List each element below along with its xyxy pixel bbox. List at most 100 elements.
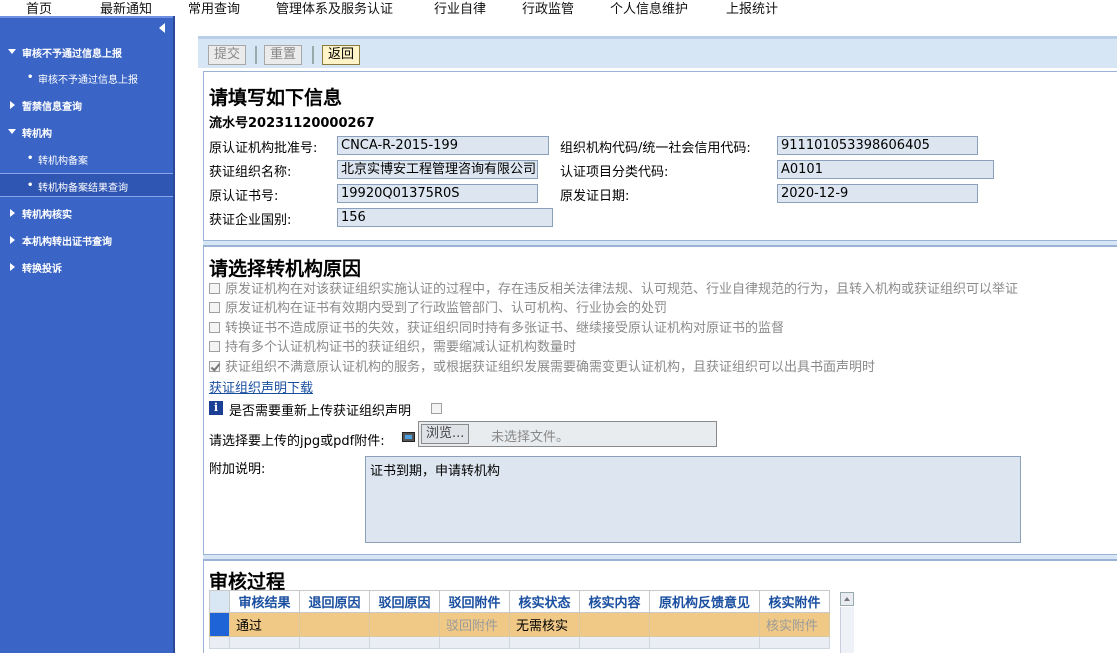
sidebar-item-outgoing-cert-query[interactable]: 本机构转出证书查询: [0, 228, 173, 252]
checkbox-checked[interactable]: [209, 361, 220, 372]
audit-table: 审核结果 退回原因 驳回原因 驳回附件 核实状态 核实内容 原机构反馈意见 核实…: [209, 590, 830, 649]
info-panel: 请填写如下信息 流水号20231120000267 原认证机构批准号: CNCA…: [203, 71, 1117, 240]
cert-no-label: 原认证书号:: [209, 189, 279, 204]
back-button[interactable]: 返回: [322, 45, 361, 65]
nav-report-stats[interactable]: 上报统计: [726, 0, 778, 17]
reason-option-violation[interactable]: 原发证机构在对该获证组织实施认证的过程中，存在违反相关法律法规、认可规范、行业自…: [209, 278, 1018, 297]
sidebar: 审核不予通过信息上报 • 审核不予通过信息上报 暂禁信息查询 转机构 • 转机构…: [0, 16, 175, 653]
reason-option-dissatisfied[interactable]: 获证组织不满意原认证机构的服务，或根据获证组织发展需要确需变更认证机构，且获证组…: [209, 356, 875, 375]
sidebar-item-label: 转机构: [22, 129, 52, 140]
reupload-checkbox[interactable]: [431, 403, 442, 414]
reset-button[interactable]: 重置: [264, 45, 303, 65]
file-upload-input[interactable]: 浏览... 未选择文件。: [418, 421, 717, 447]
sidebar-subitem-transfer-filing[interactable]: • 转机构备案: [0, 147, 173, 171]
chevron-down-icon: [8, 49, 16, 54]
cell-verify-status: 无需核实: [509, 612, 580, 637]
cell-audit-result: 通过: [229, 612, 300, 637]
table-header-row: 审核结果 退回原因 驳回原因 驳回附件 核实状态 核实内容 原机构反馈意见 核实…: [209, 590, 830, 613]
reason-text: 获证组织不满意原认证机构的服务，或根据获证组织发展需要确需变更认证机构，且获证组…: [225, 360, 876, 375]
toolbar-divider: [255, 46, 257, 64]
country-field[interactable]: 156: [337, 208, 553, 227]
cell-reject-reason: [369, 612, 440, 637]
main-content: 提交 重置 返回 请填写如下信息 流水号20231120000267 原认证机构…: [198, 36, 1117, 653]
reason-text: 原发证机构在证书有效期内受到了行政监管部门、认可机构、行业协会的处罚: [225, 301, 668, 316]
declaration-download-link[interactable]: 获证组织声明下载: [209, 377, 313, 396]
scroll-up-icon[interactable]: [840, 592, 854, 606]
remark-label: 附加说明:: [209, 462, 266, 477]
col-verify-content[interactable]: 核实内容: [579, 590, 650, 613]
toolbar: 提交 重置 返回: [198, 36, 1117, 68]
reason-option-multiple-certs[interactable]: 转换证书不造成原证书的失效，获证组织同时持有多张证书、继续接受原认证机构对原证书…: [209, 317, 784, 336]
bullet-icon: •: [27, 180, 34, 191]
sidebar-subitem-audit-rejection-report[interactable]: • 审核不予通过信息上报: [0, 66, 173, 90]
upload-label: 请选择要上传的jpg或pdf附件:: [209, 434, 385, 449]
remark-textarea[interactable]: 证书到期，申请转机构: [365, 456, 1021, 543]
reason-option-reduce-bodies[interactable]: 持有多个认证机构证书的获证组织，需要缩减认证机构数量时: [209, 336, 576, 355]
approval-no-field[interactable]: CNCA-R-2015-199: [337, 136, 549, 155]
chevron-right-icon: [10, 101, 15, 109]
info-icon: i: [209, 401, 223, 415]
cell-reject-attachment[interactable]: 驳回附件: [439, 612, 510, 637]
reason-option-penalized[interactable]: 原发证机构在证书有效期内受到了行政监管部门、认可机构、行业协会的处罚: [209, 297, 667, 316]
issue-date-label: 原发证日期:: [560, 189, 630, 204]
sidebar-item-label: 转机构备案结果查询: [38, 183, 128, 194]
col-audit-result[interactable]: 审核结果: [229, 590, 300, 613]
info-title: 请填写如下信息: [209, 87, 343, 109]
cell-verify-attachment[interactable]: 核实附件: [759, 612, 830, 637]
browse-button[interactable]: 浏览...: [421, 424, 470, 444]
sidebar-item-conversion-complaint[interactable]: 转换投诉: [0, 255, 173, 279]
nav-admin-supervision[interactable]: 行政监管: [522, 0, 574, 17]
nav-latest-notice[interactable]: 最新通知: [100, 0, 152, 17]
table-row[interactable]: 通过 驳回附件 无需核实 核实附件: [209, 612, 830, 637]
col-verify-attachment[interactable]: 核实附件: [759, 590, 830, 613]
bullet-icon: •: [27, 72, 34, 83]
reasons-title: 请选择转机构原因: [209, 258, 362, 280]
checkbox[interactable]: [209, 322, 220, 333]
reason-text: 持有多个认证机构证书的获证组织，需要缩减认证机构数量时: [225, 340, 577, 355]
nav-common-query[interactable]: 常用查询: [188, 0, 240, 17]
row-selector[interactable]: [209, 612, 230, 637]
checkbox[interactable]: [209, 302, 220, 313]
col-reject-reason[interactable]: 驳回原因: [369, 590, 440, 613]
issue-date-field[interactable]: 2020-12-9: [777, 184, 978, 203]
cell-return-reason: [299, 612, 370, 637]
audit-panel: 审核过程 审核结果 退回原因 驳回原因 驳回附件 核实状态 核实内容 原机构反馈…: [203, 560, 1117, 653]
checkbox[interactable]: [209, 283, 220, 294]
attachment-icon: [402, 432, 415, 442]
cert-no-field[interactable]: 19920Q01375R0S: [337, 184, 538, 203]
sidebar-item-transfer[interactable]: 转机构: [0, 120, 173, 144]
nav-home[interactable]: 首页: [26, 0, 52, 17]
collapse-sidebar-icon[interactable]: [159, 23, 165, 33]
bullet-icon: •: [27, 153, 34, 164]
cell-original-feedback: [649, 612, 760, 637]
sidebar-item-suspension-query[interactable]: 暂禁信息查询: [0, 93, 173, 117]
org-code-field[interactable]: 911101053398606405: [777, 136, 978, 155]
sidebar-item-audit-rejection[interactable]: 审核不予通过信息上报: [0, 40, 173, 64]
org-name-field[interactable]: 北京实博安工程管理咨询有限公司: [337, 160, 538, 179]
nav-management-cert[interactable]: 管理体系及服务认证: [276, 0, 393, 17]
table-scrollbar[interactable]: [840, 607, 854, 653]
sidebar-item-label: 转机构核实: [22, 210, 72, 221]
sidebar-item-transfer-verify[interactable]: 转机构核实: [0, 201, 173, 225]
chevron-right-icon: [10, 236, 15, 244]
cell-verify-content: [579, 612, 650, 637]
serial-number: 流水号20231120000267: [209, 116, 375, 131]
nav-personal-info[interactable]: 个人信息维护: [610, 0, 688, 17]
reasons-panel: 请选择转机构原因 原发证机构在对该获证组织实施认证的过程中，存在违反相关法律法规…: [203, 246, 1117, 554]
chevron-right-icon: [10, 263, 15, 271]
org-code-label: 组织机构代码/统一社会信用代码:: [560, 141, 751, 156]
sidebar-item-label: 暂禁信息查询: [22, 102, 82, 113]
sidebar-subitem-transfer-filing-result[interactable]: • 转机构备案结果查询: [0, 173, 173, 197]
col-original-feedback[interactable]: 原机构反馈意见: [649, 590, 760, 613]
checkbox[interactable]: [209, 341, 220, 352]
col-return-reason[interactable]: 退回原因: [299, 590, 370, 613]
col-verify-status[interactable]: 核实状态: [509, 590, 580, 613]
nav-self-discipline[interactable]: 行业自律: [434, 0, 486, 17]
no-file-text: 未选择文件。: [491, 430, 570, 445]
category-field[interactable]: A0101: [777, 160, 994, 179]
col-reject-attachment[interactable]: 驳回附件: [439, 590, 510, 613]
submit-button[interactable]: 提交: [208, 45, 247, 65]
reason-text: 转换证书不造成原证书的失效，获证组织同时持有多张证书、继续接受原认证机构对原证书…: [225, 321, 785, 336]
sidebar-item-label: 审核不予通过信息上报: [38, 75, 138, 86]
row-selector-header: [209, 590, 230, 613]
